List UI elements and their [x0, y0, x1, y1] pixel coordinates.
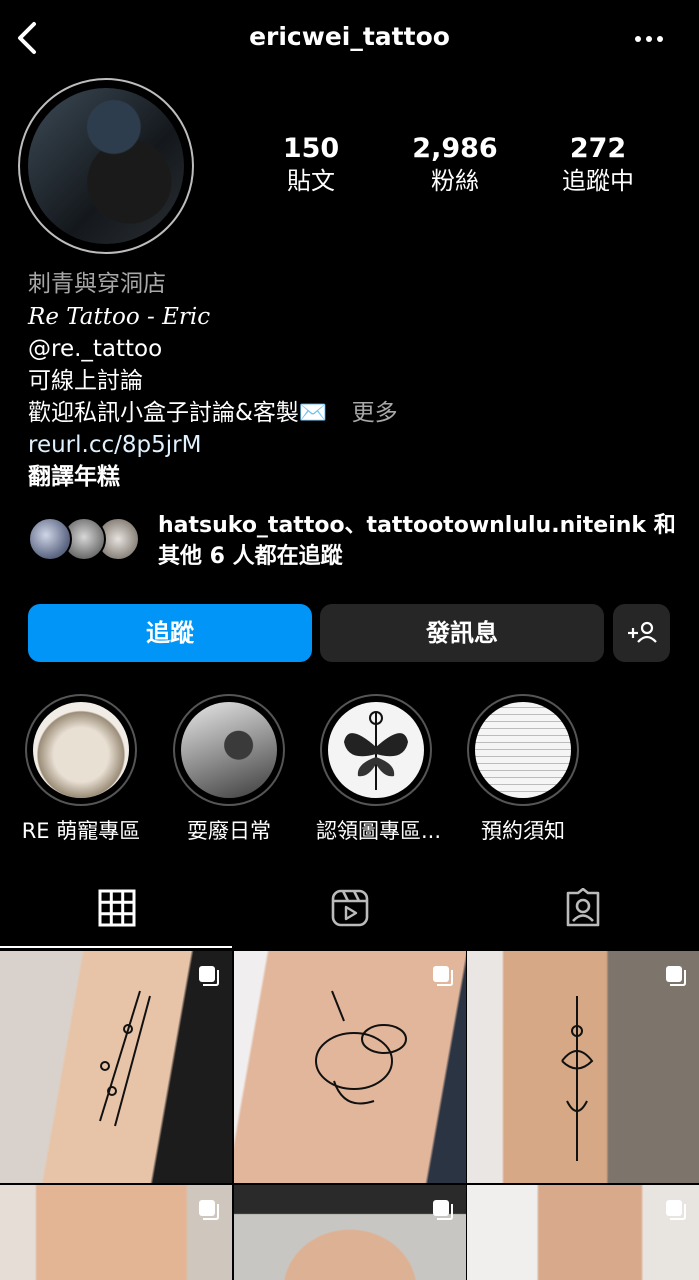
highlight-cover: [33, 702, 129, 798]
multiple-photos-icon: [433, 966, 453, 986]
reels-icon: [331, 889, 368, 927]
highlight-label: 認領圖專區...: [316, 819, 442, 843]
story-highlight[interactable]: RE 萌寵專區: [21, 694, 141, 845]
more-options-button[interactable]: [630, 24, 670, 54]
multiple-photos-icon: [199, 1200, 219, 1220]
tagged-person-icon: [566, 888, 599, 927]
post-thumbnail[interactable]: [234, 951, 466, 1183]
message-button[interactable]: 發訊息: [320, 604, 604, 662]
follow-button[interactable]: 追蹤: [28, 604, 312, 662]
multiple-photos-icon: [433, 1200, 453, 1220]
bio-category: 刺青與穿洞店: [28, 271, 166, 297]
bio-line: 歡迎私訊小盒子討論&客製✉️ 更多: [28, 397, 398, 429]
highlight-label: RE 萌寵專區: [21, 819, 141, 843]
post-thumbnail[interactable]: [234, 1185, 466, 1280]
highlight-cover: [475, 702, 571, 798]
bio-website-link[interactable]: reurl.cc/8p5jrM: [28, 429, 201, 461]
highlight-cover: [181, 702, 277, 798]
tab-tagged[interactable]: [466, 880, 699, 940]
add-person-icon: [628, 621, 657, 643]
following-count[interactable]: 272 追蹤中: [528, 132, 668, 196]
tab-posts-grid[interactable]: [0, 880, 233, 940]
story-highlight[interactable]: 認領圖專區...: [316, 694, 442, 845]
profile-username: ericwei_tattoo: [249, 22, 450, 51]
post-thumbnail[interactable]: [467, 951, 699, 1183]
bio-display-name: Re Tattoo - Eric: [28, 304, 211, 330]
mutual-avatar[interactable]: [28, 517, 72, 561]
post-thumbnail[interactable]: [467, 1185, 699, 1280]
bio-line-text: 歡迎私訊小盒子討論&客製✉️: [28, 400, 328, 426]
mutual-followers-text[interactable]: hatsuko_tattoo、tattootownlulu.niteink 和 …: [158, 510, 678, 572]
followers-count[interactable]: 2,986 粉絲: [385, 132, 525, 196]
post-thumbnail[interactable]: [0, 1185, 232, 1280]
multiple-photos-icon: [199, 966, 219, 986]
posts-count[interactable]: 150 貼文: [241, 132, 381, 196]
mutual-followers-line: 其他 6 人都在追蹤: [158, 544, 343, 569]
following-count-value: 272: [569, 133, 627, 164]
grid-icon: [98, 889, 135, 927]
active-tab-indicator: [0, 946, 232, 948]
bio-handle-link[interactable]: @re._tattoo: [28, 333, 162, 365]
translate-button[interactable]: 翻譯年糕: [28, 461, 120, 493]
highlight-label: 耍廢日常: [187, 819, 271, 843]
butterfly-icon: [344, 711, 408, 790]
highlight-label: 預約須知: [481, 819, 565, 843]
followers-count-label: 粉絲: [431, 167, 479, 195]
highlight-cover: [328, 702, 424, 798]
bio-line: 可線上討論: [28, 368, 143, 394]
more-icon: [635, 36, 663, 42]
followers-count-value: 2,986: [412, 133, 498, 164]
tab-reels[interactable]: [233, 880, 466, 940]
profile-avatar[interactable]: [18, 78, 194, 254]
mutual-followers-line: hatsuko_tattoo、tattootownlulu.niteink 和: [158, 513, 676, 538]
story-highlight[interactable]: 耍廢日常: [169, 694, 289, 845]
posts-count-label: 貼文: [287, 167, 335, 195]
post-thumbnail[interactable]: [0, 951, 232, 1183]
posts-count-value: 150: [282, 133, 340, 164]
bio-more-button[interactable]: 更多: [352, 400, 398, 426]
multiple-photos-icon: [666, 1200, 686, 1220]
story-highlight[interactable]: 預約須知: [463, 694, 583, 845]
following-count-label: 追蹤中: [562, 167, 634, 195]
multiple-photos-icon: [666, 966, 686, 986]
suggested-users-button[interactable]: [613, 604, 670, 662]
